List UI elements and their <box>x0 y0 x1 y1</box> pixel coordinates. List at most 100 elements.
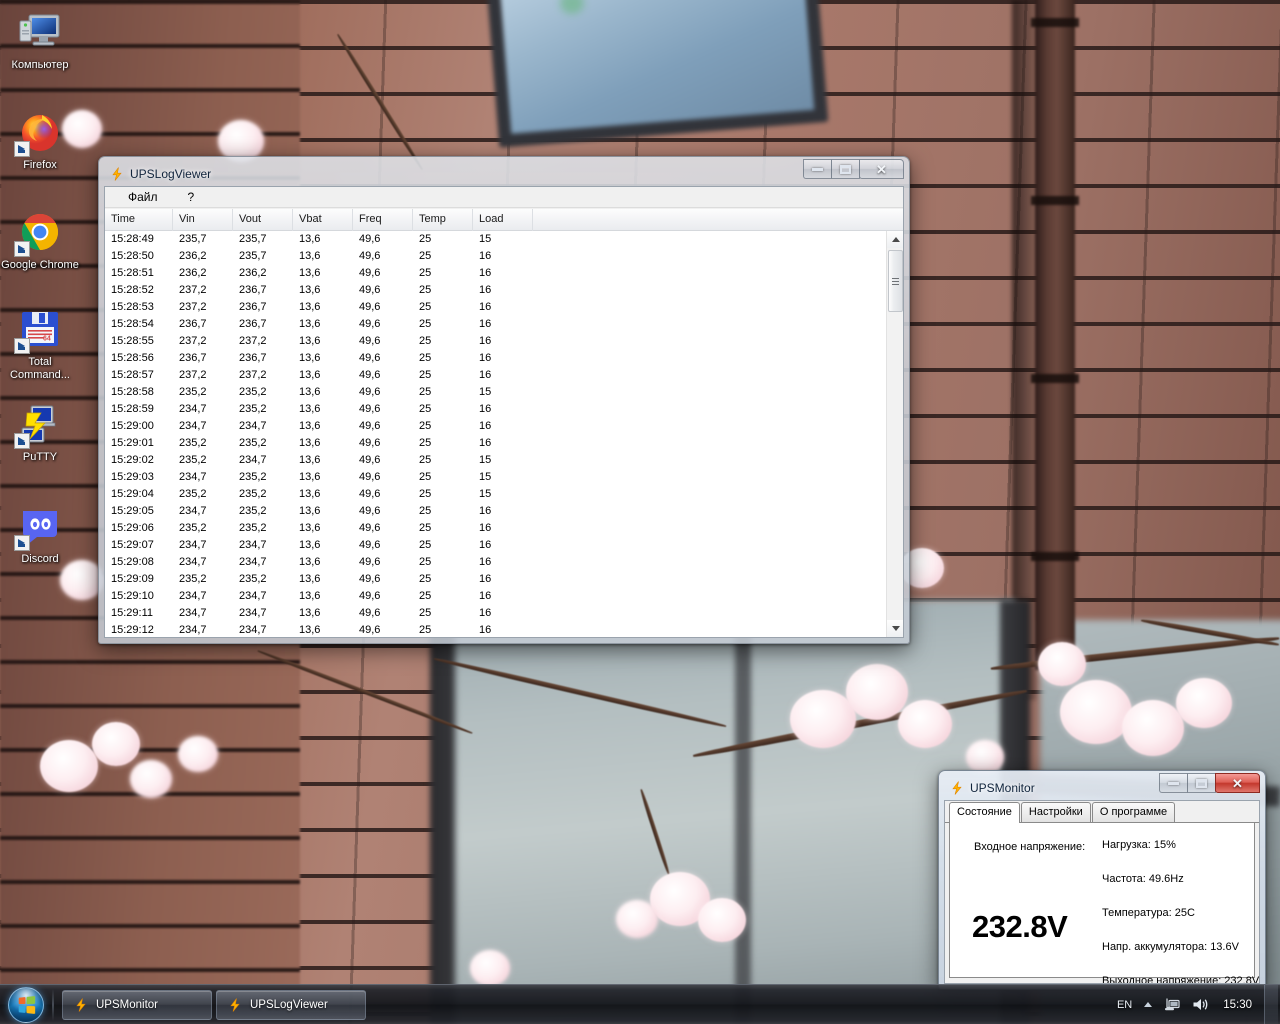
table-row[interactable]: 15:28:53 237,2 236,7 13,6 49,6 25 16 <box>105 299 885 316</box>
table-row[interactable]: 15:28:59 234,7 235,2 13,6 49,6 25 16 <box>105 401 885 418</box>
minimize-button[interactable] <box>1159 773 1188 793</box>
table-cell-vout: 234,7 <box>239 624 267 636</box>
upsmonitor-title: UPSMonitor <box>970 781 1035 795</box>
table-cell-vbat: 13,6 <box>299 522 321 534</box>
volume-icon[interactable] <box>1186 988 1215 1022</box>
listview-rows[interactable]: 15:28:49 235,7 235,7 13,6 49,6 25 15 15:28:50 23… <box>105 231 885 637</box>
upslogviewer-titlebar[interactable]: UPSLogViewer ✕ <box>104 159 904 186</box>
column-header-load[interactable]: Load <box>473 209 533 231</box>
taskbar-button-upsmonitor[interactable]: UPSMonitor <box>62 989 212 1020</box>
close-button[interactable]: ✕ <box>859 159 904 179</box>
table-cell-time: 15:29:04 <box>111 488 154 500</box>
tab-о-программе[interactable]: О программе <box>1091 802 1176 822</box>
desktop[interactable]: Компьютер Firefox Google Chrome 64 Total… <box>0 0 1280 1024</box>
table-row[interactable]: 15:29:02 235,2 234,7 13,6 49,6 25 15 <box>105 452 885 469</box>
table-row[interactable]: 15:29:00 234,7 234,7 13,6 49,6 25 16 <box>105 418 885 435</box>
tab-состояние[interactable]: Состояние <box>949 802 1020 823</box>
start-button[interactable] <box>4 986 48 1024</box>
table-cell-vout: 236,7 <box>239 301 267 313</box>
upsmonitor-window[interactable]: UPSMonitor ✕ Состояние Настройки О програм… <box>938 770 1266 990</box>
upslogviewer-window[interactable]: UPSLogViewer ✕ Файл ? Time Vin Vout Vbat Fre… <box>98 156 910 644</box>
menu-item-file[interactable]: Файл <box>119 188 167 207</box>
table-row[interactable]: 15:28:58 235,2 235,2 13,6 49,6 25 15 <box>105 384 885 401</box>
table-row[interactable]: 15:28:57 237,2 237,2 13,6 49,6 25 16 <box>105 367 885 384</box>
table-cell-vbat: 13,6 <box>299 454 321 466</box>
table-row[interactable]: 15:28:56 236,7 236,7 13,6 49,6 25 16 <box>105 350 885 367</box>
column-header-vout[interactable]: Vout <box>233 209 293 231</box>
column-header-temp[interactable]: Temp <box>413 209 473 231</box>
column-header-freq[interactable]: Freq <box>353 209 413 231</box>
discord-icon <box>14 502 64 551</box>
table-cell-vout: 235,2 <box>239 573 267 585</box>
table-row[interactable]: 15:29:04 235,2 235,2 13,6 49,6 25 15 <box>105 486 885 503</box>
wallpaper-blossom <box>178 736 218 772</box>
scrollbar-thumb[interactable] <box>888 250 903 312</box>
table-cell-temp: 25 <box>419 471 432 483</box>
taskbar-button-upslogviewer[interactable]: UPSLogViewer <box>216 989 366 1020</box>
maximize-button[interactable] <box>1187 773 1216 793</box>
show-hidden-icons-icon[interactable] <box>1138 988 1158 1022</box>
vertical-scrollbar[interactable] <box>886 231 903 637</box>
desktop-icon-total-commander[interactable]: 64 Total Command... <box>0 305 80 382</box>
desktop-icon-computer[interactable]: Компьютер <box>0 8 80 72</box>
table-row[interactable]: 15:29:06 235,2 235,2 13,6 49,6 25 16 <box>105 520 885 537</box>
table-row[interactable]: 15:29:11 234,7 234,7 13,6 49,6 25 16 <box>105 605 885 622</box>
maximize-button[interactable] <box>831 159 860 179</box>
table-cell-freq: 49,6 <box>359 590 381 602</box>
status-value: Нагрузка: 15% <box>1102 839 1176 851</box>
table-row[interactable]: 15:28:55 237,2 237,2 13,6 49,6 25 16 <box>105 333 885 350</box>
table-cell-temp: 25 <box>419 522 432 534</box>
column-header-vbat[interactable]: Vbat <box>293 209 353 231</box>
table-row[interactable]: 15:28:51 236,2 236,2 13,6 49,6 25 16 <box>105 265 885 282</box>
taskbar[interactable]: UPSMonitor UPSLogViewer EN 15:30 <box>0 984 1280 1024</box>
table-cell-vin: 236,2 <box>179 267 207 279</box>
table-row[interactable]: 15:28:54 236,7 236,7 13,6 49,6 25 16 <box>105 316 885 333</box>
desktop-icon-firefox[interactable]: Firefox <box>0 108 80 172</box>
tab-bar[interactable]: Состояние Настройки О программе <box>945 801 1259 823</box>
window-controls[interactable]: ✕ <box>803 159 904 180</box>
table-row[interactable]: 15:29:10 234,7 234,7 13,6 49,6 25 16 <box>105 588 885 605</box>
taskbar-buttons[interactable]: UPSMonitor UPSLogViewer <box>58 989 366 1020</box>
log-listview[interactable]: Time Vin Vout Vbat Freq Temp Load 15:28:49 235,… <box>105 208 903 637</box>
table-row[interactable]: 15:29:03 234,7 235,2 13,6 49,6 25 15 <box>105 469 885 486</box>
menu-item-help[interactable]: ? <box>179 188 204 207</box>
table-row[interactable]: 15:29:12 234,7 234,7 13,6 49,6 25 16 <box>105 622 885 637</box>
desktop-icon-chrome[interactable]: Google Chrome <box>0 208 80 272</box>
desktop-icon-discord[interactable]: Discord <box>0 502 80 566</box>
table-row[interactable]: 15:29:01 235,2 235,2 13,6 49,6 25 16 <box>105 435 885 452</box>
menu-bar[interactable]: Файл ? <box>105 187 903 208</box>
table-cell-freq: 49,6 <box>359 420 381 432</box>
table-cell-vout: 235,7 <box>239 250 267 262</box>
table-row[interactable]: 15:28:49 235,7 235,7 13,6 49,6 25 15 <box>105 231 885 248</box>
network-icon[interactable] <box>1158 988 1186 1022</box>
table-row[interactable]: 15:29:08 234,7 234,7 13,6 49,6 25 16 <box>105 554 885 571</box>
window-controls[interactable]: ✕ <box>1159 773 1260 794</box>
table-cell-vbat: 13,6 <box>299 403 321 415</box>
column-header-vin[interactable]: Vin <box>173 209 233 231</box>
table-cell-vout: 234,7 <box>239 607 267 619</box>
lightning-bolt-icon <box>109 166 125 182</box>
clock[interactable]: 15:30 <box>1215 985 1262 1024</box>
show-desktop-button[interactable] <box>1264 984 1278 1024</box>
upsmonitor-titlebar[interactable]: UPSMonitor ✕ <box>944 773 1260 800</box>
table-row[interactable]: 15:29:05 234,7 235,2 13,6 49,6 25 16 <box>105 503 885 520</box>
desktop-icon-putty[interactable]: PuTTY <box>0 400 80 464</box>
tab-настройки[interactable]: Настройки <box>1020 802 1091 822</box>
system-tray[interactable]: EN 15:30 <box>1111 984 1280 1024</box>
table-row[interactable]: 15:29:07 234,7 234,7 13,6 49,6 25 16 <box>105 537 885 554</box>
table-row[interactable]: 15:28:52 237,2 236,7 13,6 49,6 25 16 <box>105 282 885 299</box>
shortcut-overlay-icon <box>14 338 30 354</box>
tray-language[interactable]: EN <box>1111 988 1138 1022</box>
table-row[interactable]: 15:29:09 235,2 235,2 13,6 49,6 25 16 <box>105 571 885 588</box>
scroll-down-icon[interactable] <box>887 620 903 637</box>
table-cell-temp: 25 <box>419 454 432 466</box>
table-row[interactable]: 15:28:50 236,2 235,7 13,6 49,6 25 16 <box>105 248 885 265</box>
table-cell-vbat: 13,6 <box>299 590 321 602</box>
table-cell-freq: 49,6 <box>359 607 381 619</box>
scroll-up-icon[interactable] <box>887 231 903 248</box>
listview-header[interactable]: Time Vin Vout Vbat Freq Temp Load <box>105 209 903 231</box>
close-button[interactable]: ✕ <box>1215 773 1260 793</box>
column-header-time[interactable]: Time <box>105 209 173 231</box>
minimize-button[interactable] <box>803 159 832 179</box>
chrome-icon <box>14 208 64 257</box>
